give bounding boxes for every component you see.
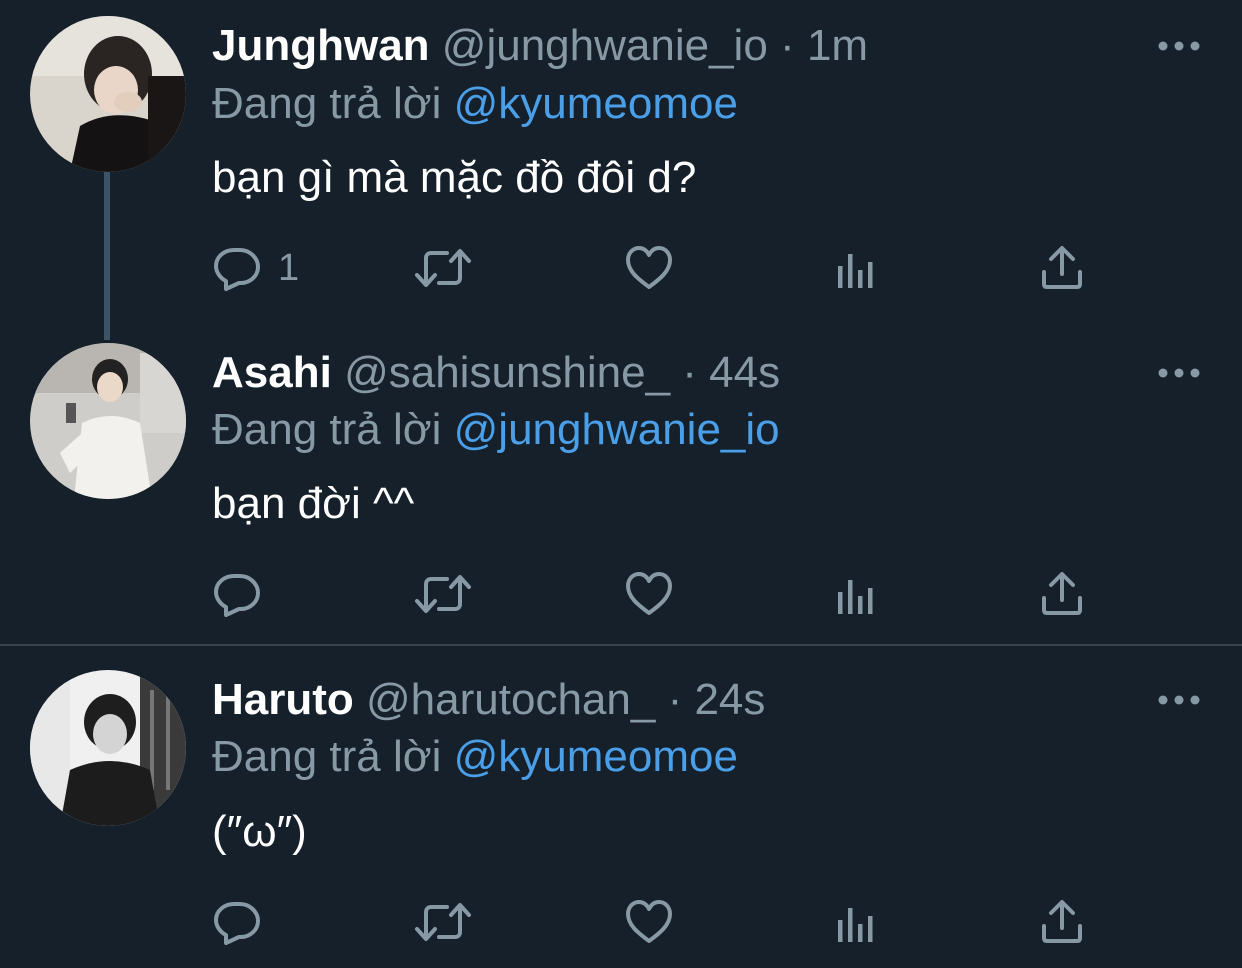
more-icon[interactable] — [1158, 692, 1200, 708]
tweet-header: Junghwan @junghwanie_io · 1m — [212, 20, 868, 72]
avatar[interactable] — [30, 16, 186, 172]
replying-prefix: Đang trả lời — [212, 79, 442, 128]
retweet-icon — [415, 249, 471, 287]
tweet-header: Haruto @harutochan_ · 24s — [212, 674, 765, 726]
analytics-icon — [838, 254, 873, 288]
reply-button[interactable] — [212, 568, 278, 620]
replying-prefix: Đang trả lời — [212, 732, 442, 781]
retweet-button[interactable] — [414, 896, 472, 948]
reply-icon — [214, 574, 260, 617]
reply-count: 1 — [278, 246, 300, 289]
author-name[interactable]: Junghwan — [212, 21, 430, 70]
replying-to-mention[interactable]: @kyumeomoe — [454, 79, 738, 128]
share-icon — [1042, 246, 1082, 289]
tweet-2[interactable]: Asahi @sahisunshine_ · 44s Đang trả lời … — [0, 340, 1242, 644]
heart-icon — [626, 572, 672, 615]
heart-icon — [626, 246, 672, 289]
analytics-button[interactable] — [834, 568, 878, 620]
share-button[interactable] — [1040, 242, 1084, 294]
analytics-icon — [838, 908, 873, 942]
replying-to-line: Đang trả lời @kyumeomoe — [212, 78, 738, 130]
tweet-actions — [212, 568, 1112, 620]
retweet-button[interactable] — [414, 568, 472, 620]
tweet-actions — [212, 896, 1112, 948]
share-button[interactable] — [1040, 896, 1084, 948]
tweet-header: Asahi @sahisunshine_ · 44s — [212, 347, 780, 399]
reply-icon — [214, 902, 260, 945]
replying-to-mention[interactable]: @junghwanie_io — [454, 405, 780, 454]
tweet-actions: 1 — [212, 242, 1112, 294]
author-handle[interactable]: @junghwanie_io — [442, 21, 768, 70]
retweet-button[interactable] — [414, 242, 472, 294]
replying-to-line: Đang trả lời @kyumeomoe — [212, 731, 738, 783]
author-handle[interactable]: @harutochan_ — [366, 675, 655, 724]
tweet-time[interactable]: 1m — [807, 21, 868, 70]
separator-dot: · — [667, 675, 683, 724]
tweet-text: bạn gì mà mặc đồ đôi d? — [212, 153, 697, 202]
replying-prefix: Đang trả lời — [212, 405, 442, 454]
reply-button[interactable] — [212, 896, 278, 948]
more-icon[interactable] — [1158, 38, 1200, 54]
tweet-1[interactable]: Junghwan @junghwanie_io · 1m Đang trả lờ… — [0, 0, 1242, 340]
like-button[interactable] — [624, 896, 674, 948]
avatar[interactable] — [30, 343, 186, 499]
tweet-text: (″ω″) — [212, 807, 307, 856]
like-button[interactable] — [624, 242, 674, 294]
tweet-3[interactable]: Haruto @harutochan_ · 24s Đang trả lời @… — [0, 646, 1242, 968]
analytics-icon — [838, 580, 873, 614]
like-button[interactable] — [624, 568, 674, 620]
share-icon — [1042, 900, 1082, 943]
retweet-icon — [415, 575, 471, 613]
more-icon[interactable] — [1158, 365, 1200, 381]
reply-icon — [214, 248, 260, 291]
share-icon — [1042, 572, 1082, 615]
author-name[interactable]: Asahi — [212, 348, 332, 397]
tweet-time[interactable]: 24s — [694, 675, 765, 724]
reply-button[interactable]: 1 — [212, 242, 299, 294]
analytics-button[interactable] — [834, 896, 878, 948]
separator-dot: · — [682, 348, 697, 397]
tweet-time[interactable]: 44s — [709, 348, 780, 397]
retweet-icon — [415, 903, 471, 941]
analytics-button[interactable] — [834, 242, 878, 294]
tweet-text: bạn đời ^^ — [212, 479, 415, 528]
heart-icon — [626, 900, 672, 943]
replying-to-mention[interactable]: @kyumeomoe — [454, 732, 738, 781]
avatar[interactable] — [30, 670, 186, 826]
share-button[interactable] — [1040, 568, 1084, 620]
replying-to-line: Đang trả lời @junghwanie_io — [212, 404, 780, 456]
author-handle[interactable]: @sahisunshine_ — [344, 348, 670, 397]
author-name[interactable]: Haruto — [212, 675, 354, 724]
separator-dot: · — [780, 21, 795, 70]
